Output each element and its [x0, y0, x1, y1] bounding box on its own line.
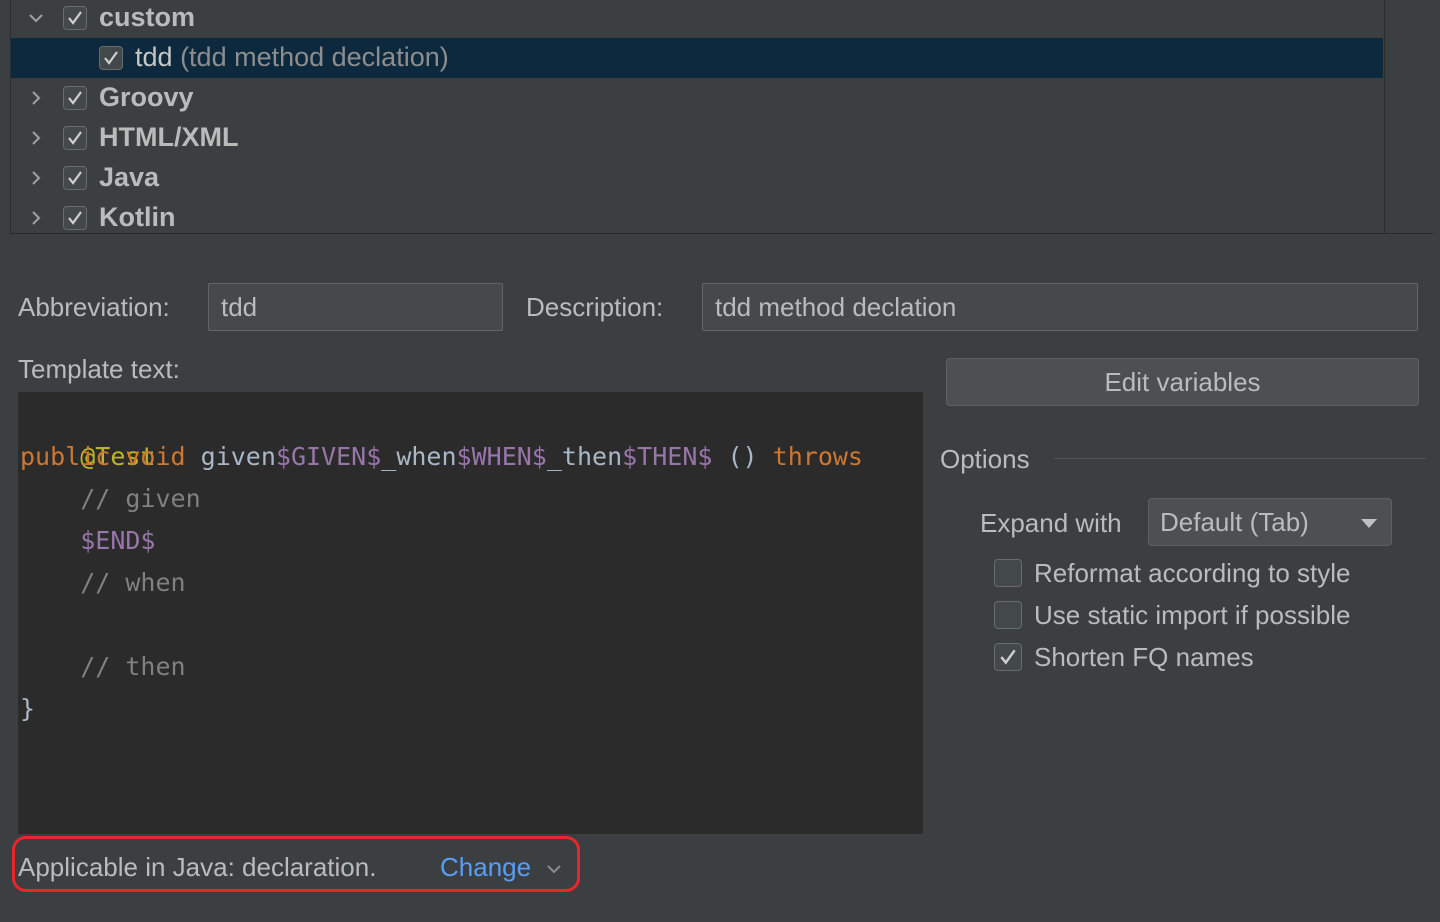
template-abbreviation: tdd — [135, 42, 173, 72]
checkmark-icon — [104, 51, 118, 65]
code-line-4: $END$ — [20, 520, 155, 562]
option-static-import[interactable]: Use static import if possible — [994, 600, 1350, 630]
chevron-right-icon[interactable] — [25, 87, 47, 109]
chevron-right-icon[interactable] — [25, 167, 47, 189]
option-label: Reformat according to style — [1034, 557, 1351, 588]
code-token: () — [727, 442, 758, 471]
description-value: tdd method declation — [715, 291, 957, 322]
code-token: $WHEN$ — [456, 442, 547, 471]
tree-item-custom[interactable]: custom — [11, 0, 1383, 38]
abbreviation-label: Abbreviation: — [18, 292, 170, 322]
tree-checkbox-html-xml[interactable] — [63, 126, 87, 150]
description-input[interactable]: tdd method declation — [702, 283, 1418, 331]
checkmark-icon — [68, 211, 82, 225]
code-token: // given — [80, 484, 201, 513]
tree-checkbox-java[interactable] — [63, 166, 87, 190]
tree-item-label: Java — [99, 162, 160, 192]
chevron-down-icon[interactable] — [545, 860, 563, 878]
tree-checkbox-tdd[interactable] — [99, 46, 123, 70]
tree-item-kotlin[interactable]: Kotlin — [11, 198, 1383, 233]
tree-checkbox-custom[interactable] — [63, 6, 87, 30]
code-line-8: } — [20, 688, 35, 730]
code-token: throws — [772, 442, 863, 471]
chevron-right-icon[interactable] — [25, 127, 47, 149]
chevron-right-icon[interactable] — [25, 207, 47, 229]
tree-scrollbar[interactable] — [1384, 0, 1433, 233]
tree-item-label: custom — [99, 2, 196, 32]
code-token: // then — [80, 652, 186, 681]
abbreviation-input[interactable]: tdd — [208, 283, 503, 331]
tree-item-html-xml[interactable]: HTML/XML — [11, 118, 1383, 158]
static-import-checkbox[interactable] — [994, 601, 1022, 629]
reformat-checkbox[interactable] — [994, 559, 1022, 587]
template-tree: custom tdd (tdd method declation) Groovy… — [10, 0, 1433, 234]
checkmark-icon — [68, 131, 82, 145]
option-label: Use static import if possible — [1034, 599, 1351, 630]
template-text-label: Template text: — [18, 354, 180, 384]
code-token: public — [20, 442, 111, 471]
options-separator — [1054, 458, 1426, 459]
template-text-editor[interactable]: @Test public void given$GIVEN$_when$WHEN… — [18, 392, 923, 834]
checkmark-icon — [68, 171, 82, 185]
tree-item-label: HTML/XML — [99, 122, 239, 152]
code-line-3: // given — [20, 478, 201, 520]
template-description: (tdd method declation) — [180, 42, 449, 72]
tree-item-tdd[interactable]: tdd (tdd method declation) — [11, 38, 1383, 78]
tree-item-java[interactable]: Java — [11, 158, 1383, 198]
code-token: $GIVEN$ — [275, 442, 382, 471]
tree-item-groovy[interactable]: Groovy — [11, 78, 1383, 118]
code-token: void — [125, 442, 186, 471]
dropdown-arrow-icon — [1361, 519, 1377, 528]
change-context-link[interactable]: Change — [440, 852, 531, 883]
applicable-context-text: Applicable in Java: declaration. — [18, 852, 377, 882]
code-line-5: // when — [20, 562, 186, 604]
code-token: } — [20, 694, 36, 723]
edit-variables-label: Edit variables — [1104, 366, 1261, 397]
description-label: Description: — [526, 292, 664, 322]
checkmark-icon — [68, 11, 82, 25]
expand-with-select[interactable]: Default (Tab) — [1148, 498, 1392, 546]
code-token: // when — [80, 568, 186, 597]
option-reformat[interactable]: Reformat according to style — [994, 558, 1350, 588]
tree-checkbox-groovy[interactable] — [63, 86, 87, 110]
code-line-2: public void given$GIVEN$_when$WHEN$_then… — [20, 436, 863, 478]
tree-item-label: Groovy — [99, 82, 194, 112]
tree-item-label: tdd (tdd method declation) — [135, 42, 449, 73]
code-line-7: // then — [20, 646, 186, 688]
option-label: Shorten FQ names — [1034, 641, 1254, 672]
edit-variables-button[interactable]: Edit variables — [946, 358, 1419, 406]
tree-item-label: Kotlin — [99, 202, 176, 232]
checkmark-icon — [1000, 649, 1016, 665]
expand-with-value: Default (Tab) — [1160, 506, 1309, 537]
tree-checkbox-kotlin[interactable] — [63, 206, 87, 230]
abbreviation-value: tdd — [221, 291, 258, 322]
code-token: $THEN$ — [622, 442, 713, 471]
checkmark-icon — [68, 91, 82, 105]
option-shorten-fq[interactable]: Shorten FQ names — [994, 642, 1254, 672]
expand-with-label: Expand with — [980, 508, 1122, 538]
code-token: given — [200, 442, 276, 471]
code-line-1: @Test — [20, 394, 155, 471]
shorten-fq-checkbox[interactable] — [994, 643, 1022, 671]
chevron-down-icon[interactable] — [25, 7, 47, 29]
code-token: _when — [381, 442, 457, 471]
options-title: Options — [940, 444, 1030, 474]
code-token: $END$ — [80, 526, 156, 555]
code-token: _then — [546, 442, 623, 471]
